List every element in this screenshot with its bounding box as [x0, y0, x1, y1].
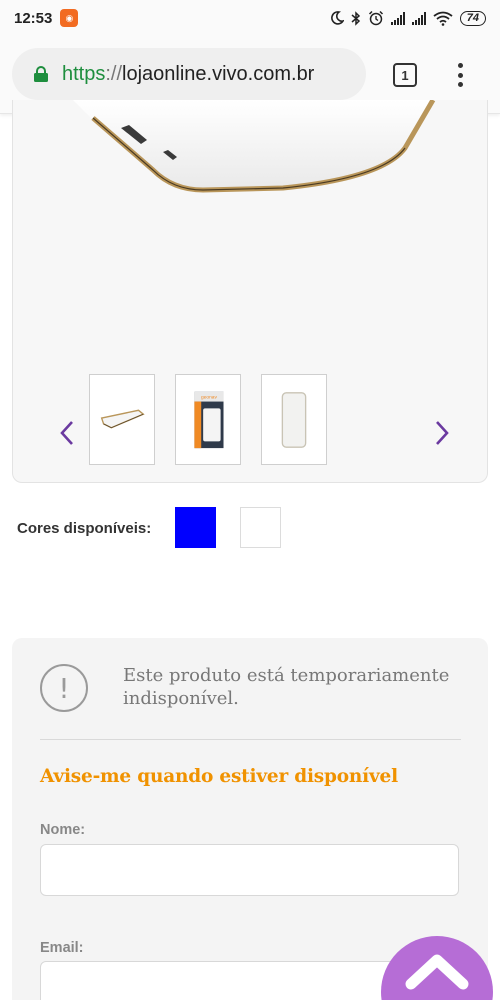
colors-label: Cores disponíveis:: [17, 519, 152, 537]
color-swatch-white[interactable]: [240, 507, 281, 548]
battery-icon: 74: [459, 10, 486, 26]
product-main-image[interactable]: [13, 100, 488, 360]
address-bar[interactable]: https://lojaonline.vivo.com.br: [12, 48, 366, 100]
chevron-left-icon[interactable]: [55, 418, 79, 448]
bluetooth-icon: [351, 10, 360, 26]
notify-title: Avise-me quando estiver disponível: [40, 766, 398, 787]
exclamation-circle-icon: !: [40, 664, 88, 712]
color-swatch-blue[interactable]: [175, 507, 216, 548]
chevron-right-icon[interactable]: [430, 418, 454, 448]
url-scheme: https: [62, 62, 106, 85]
page: 12:53 ◉ 74 https://lojaonline.vivo.com.b…: [0, 0, 500, 1000]
name-field[interactable]: [40, 844, 459, 896]
chevron-up-icon: [405, 954, 469, 990]
url-separator: ://: [105, 62, 123, 85]
thumbnail-powerbank-package[interactable]: geonav: [175, 374, 241, 465]
signal-icon: [390, 11, 405, 25]
status-icons: 74: [330, 10, 486, 26]
tab-switcher-button[interactable]: 1: [393, 63, 417, 87]
email-label: Email:: [40, 940, 84, 956]
lock-icon: [34, 66, 48, 82]
alarm-icon: [368, 10, 383, 26]
divider: [40, 739, 461, 740]
unavailable-message: Este produto está temporariamente indisp…: [123, 665, 450, 709]
signal-icon: [411, 11, 426, 25]
moon-icon: [330, 11, 344, 25]
product-gallery: geonav: [12, 100, 488, 483]
url-host: lojaonline.vivo.com.br: [122, 62, 315, 85]
app-notification-icon: ◉: [60, 9, 79, 27]
thumbnail-powerbank-front[interactable]: [261, 374, 327, 465]
package-brand-label: geonav: [201, 396, 217, 401]
available-colors: Cores disponíveis:: [17, 507, 487, 549]
name-label: Nome:: [40, 822, 86, 838]
thumbnail-powerbank-flat[interactable]: [89, 374, 155, 465]
status-time: 12:53: [14, 9, 53, 27]
browser-menu-icon[interactable]: [450, 60, 470, 90]
status-bar: 12:53 ◉ 74: [0, 0, 500, 36]
wifi-icon: [433, 11, 453, 26]
